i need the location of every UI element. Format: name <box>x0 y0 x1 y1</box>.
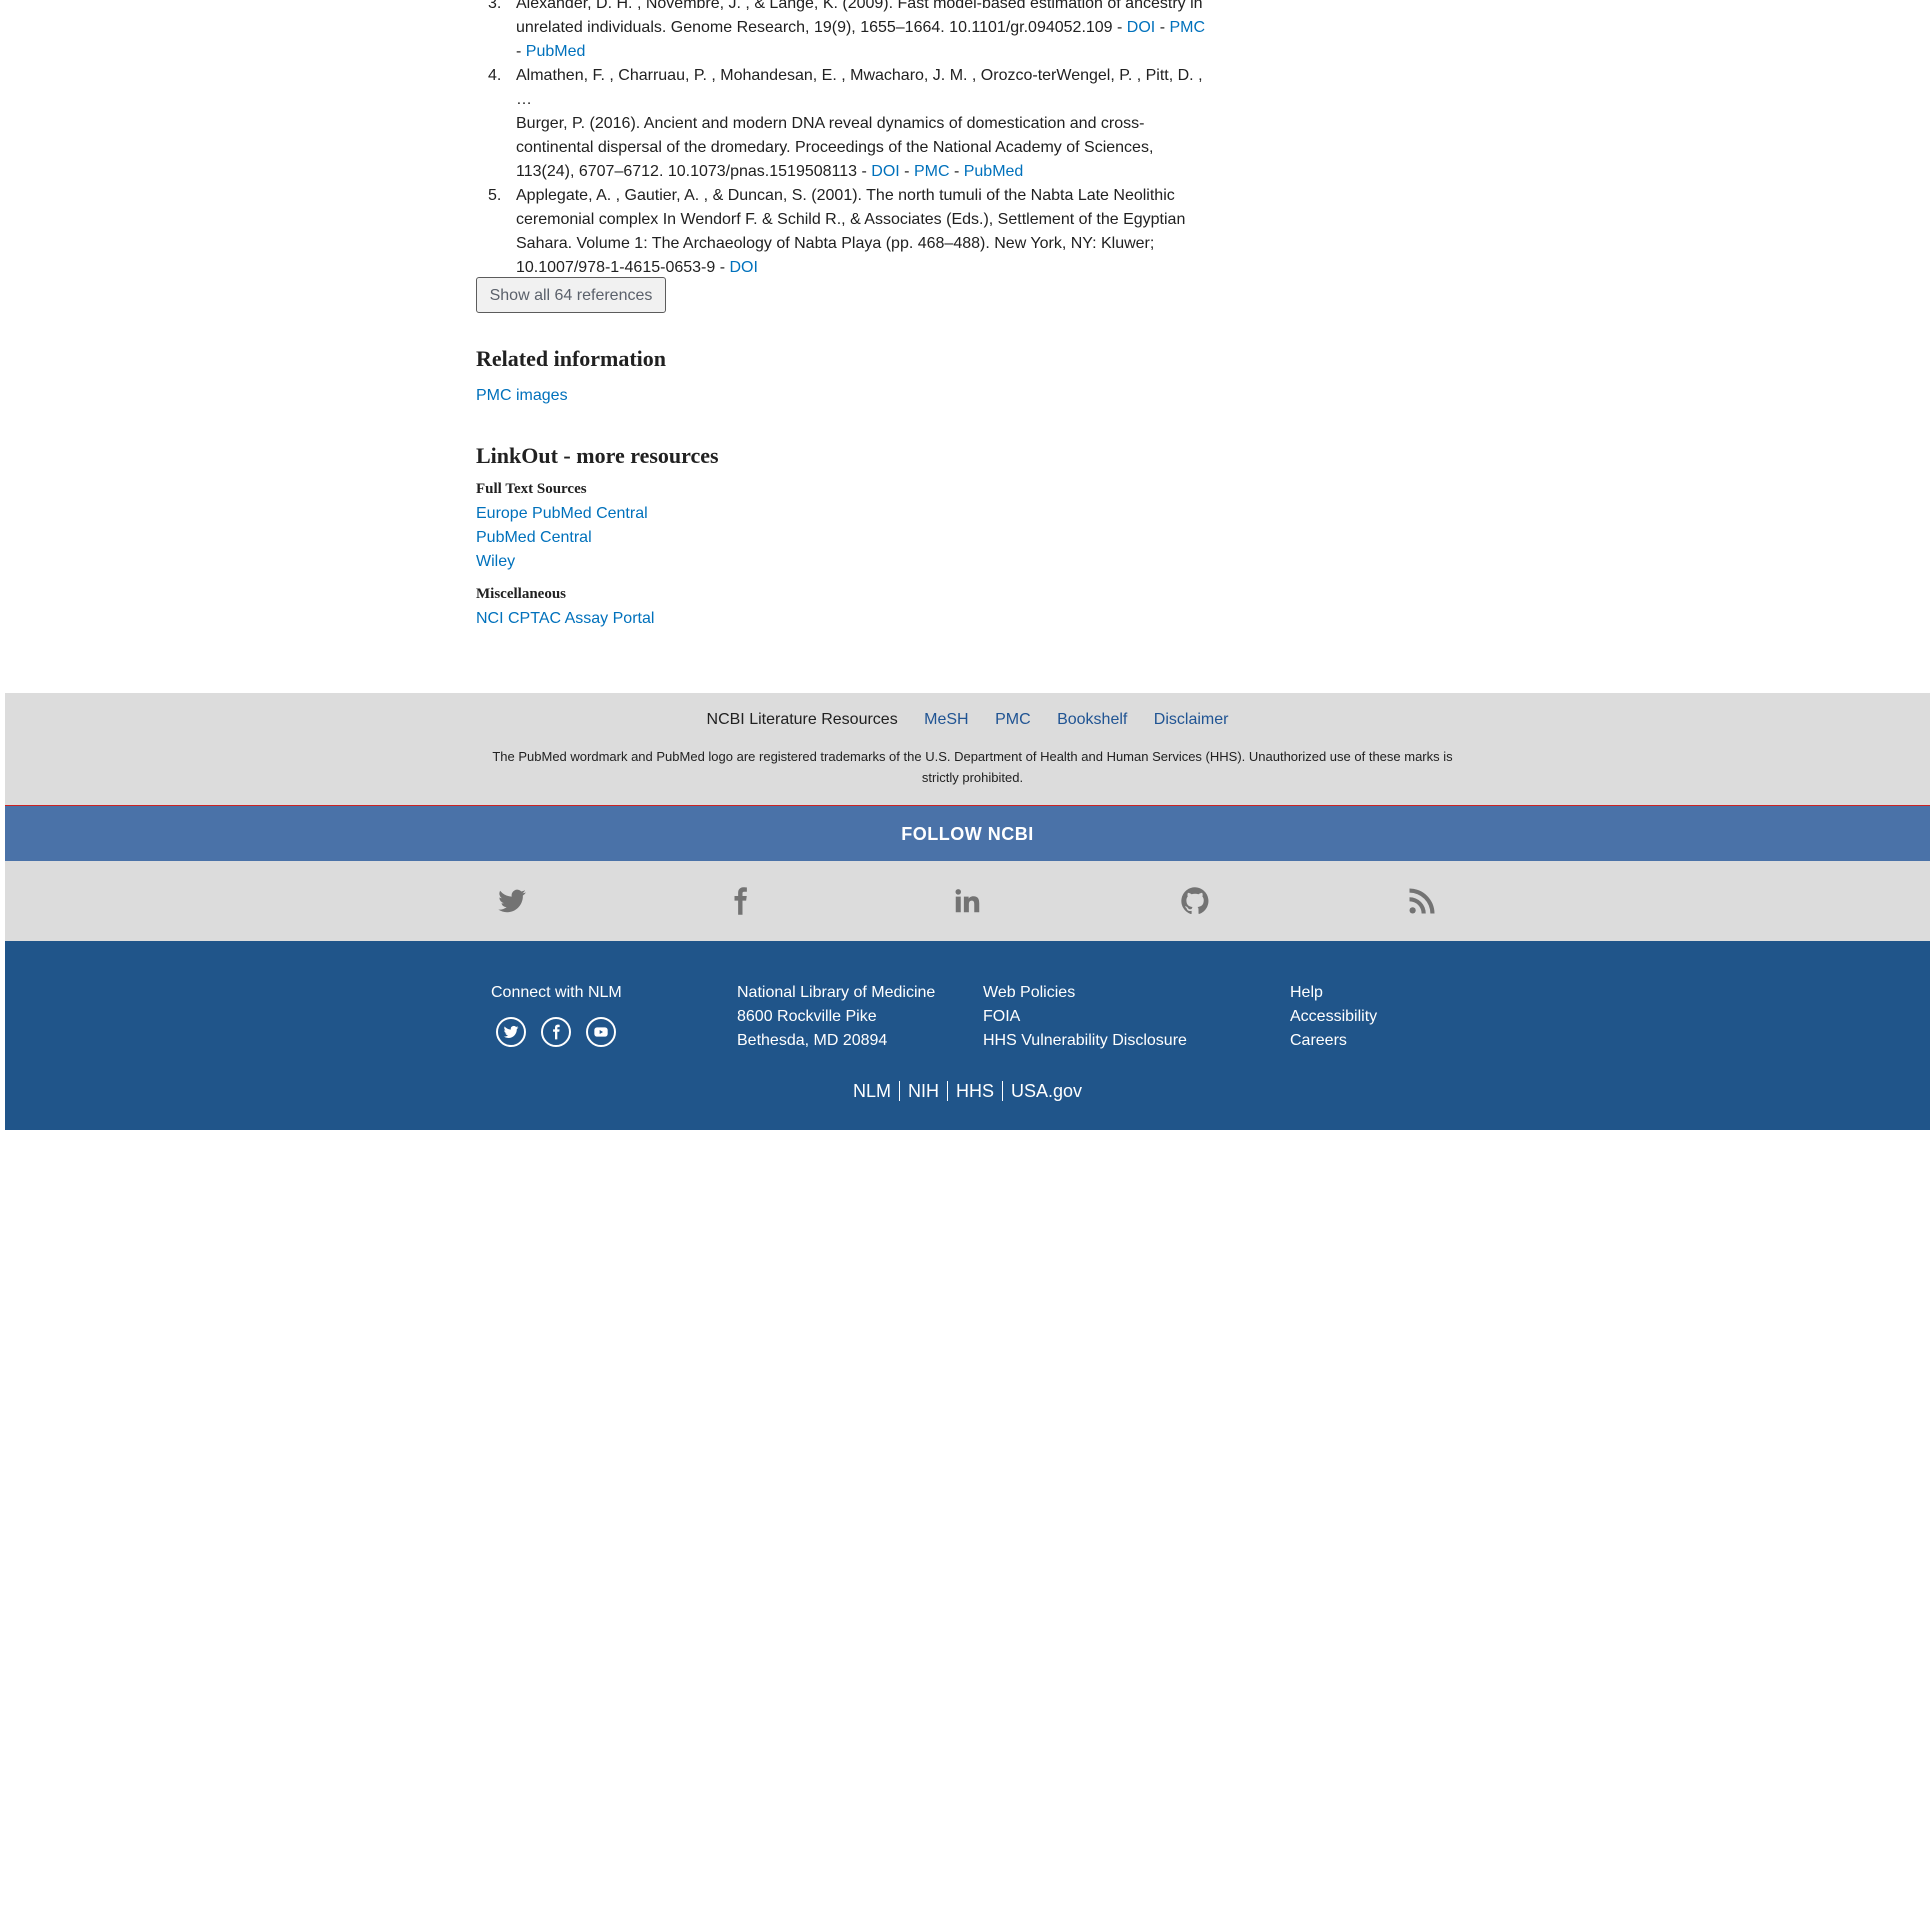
miscellaneous-label: Miscellaneous <box>476 586 566 602</box>
nih-link[interactable]: NIH <box>898 1081 947 1101</box>
nlm-footer: Connect with NLM National Library of Med… <box>5 941 1930 1130</box>
reference-text-line: 113(24), 6707–6712. 10.1073/pnas.1519508… <box>516 163 872 180</box>
address-line: 8600 Rockville Pike <box>737 1008 877 1025</box>
references-list: 3. Alexander, D. H. , Novembre, J. , & L… <box>476 0 1206 280</box>
usa-gov-link[interactable]: USA.gov <box>1001 1081 1091 1101</box>
reference-text-line: ceremonial complex In Wendorf F. & Schil… <box>516 211 1186 228</box>
nlm-link[interactable]: NLM <box>845 1081 899 1101</box>
youtube-icon[interactable] <box>586 1017 616 1047</box>
doi-link[interactable]: DOI <box>730 259 758 276</box>
reference-text-line: Almathen, F. , Charruau, P. , Mohandesan… <box>516 67 1203 108</box>
doi-link[interactable]: DOI <box>1127 19 1155 36</box>
twitter-icon[interactable] <box>496 1017 526 1047</box>
show-all-references-button[interactable]: Show all 64 references <box>476 277 666 313</box>
reference-text-line: 10.1007/978-1-4615-0653-9 - <box>516 259 730 276</box>
policies-column: Web Policies FOIA HHS Vulnerability Disc… <box>983 981 1187 1053</box>
nci-cptac-link[interactable]: NCI CPTAC Assay Portal <box>476 610 654 628</box>
foia-link[interactable]: FOIA <box>983 1005 1187 1029</box>
address-column: National Library of Medicine 8600 Rockvi… <box>737 981 935 1053</box>
reference-number: 5. <box>488 187 502 204</box>
pmc-link[interactable]: PMC <box>914 163 950 180</box>
disclaimer-link[interactable]: Disclaimer <box>1154 711 1229 728</box>
doi-link[interactable]: DOI <box>871 163 899 180</box>
pubmed-link[interactable]: PubMed <box>964 163 1024 180</box>
web-policies-link[interactable]: Web Policies <box>983 981 1187 1005</box>
hhs-vulnerability-link[interactable]: HHS Vulnerability Disclosure <box>983 1029 1187 1053</box>
reference-number: 3. <box>488 0 502 12</box>
main-content: 3. Alexander, D. H. , Novembre, J. , & L… <box>476 0 1206 627</box>
reference-text-line: Sahara. Volume 1: The Archaeology of Nab… <box>516 235 1155 252</box>
hhs-link[interactable]: HHS <box>946 1081 1002 1101</box>
pubmed-link[interactable]: PubMed <box>526 43 586 60</box>
full-text-sources-label: Full Text Sources <box>476 481 587 497</box>
connect-column: Connect with NLM <box>491 981 622 1005</box>
reference-text-line: Alexander, D. H. , Novembre, J. , & Lang… <box>516 0 1203 12</box>
mesh-link[interactable]: MeSH <box>924 711 968 728</box>
facebook-icon[interactable] <box>725 885 755 917</box>
twitter-icon[interactable] <box>497 885 527 917</box>
linkedin-icon[interactable] <box>952 885 982 917</box>
pmc-link[interactable]: PMC <box>995 711 1031 728</box>
literature-resources-bar: NCBI Literature Resources MeSH PMC Books… <box>5 693 1930 805</box>
follow-ncbi-icons <box>5 861 1930 941</box>
europe-pubmed-central-link[interactable]: Europe PubMed Central <box>476 505 648 523</box>
connect-with-nlm-label: Connect with NLM <box>491 984 622 1001</box>
github-icon[interactable] <box>1180 885 1210 917</box>
facebook-icon[interactable] <box>541 1017 571 1047</box>
address-line: Bethesda, MD 20894 <box>737 1032 888 1049</box>
accessibility-link[interactable]: Accessibility <box>1290 1005 1377 1029</box>
pubmed-central-link[interactable]: PubMed Central <box>476 529 592 547</box>
bookshelf-link[interactable]: Bookshelf <box>1057 711 1127 728</box>
pmc-images-link[interactable]: PMC images <box>476 387 568 405</box>
follow-ncbi-heading: FOLLOW NCBI <box>5 805 1930 862</box>
reference-item: 3. Alexander, D. H. , Novembre, J. , & L… <box>476 0 1206 64</box>
reference-item: 4. Almathen, F. , Charruau, P. , Mohande… <box>476 64 1206 184</box>
reference-text-line: continental dispersal of the dromedary. … <box>516 139 1154 156</box>
literature-links: NCBI Literature Resources MeSH PMC Books… <box>5 711 1930 729</box>
reference-text-line: Applegate, A. , Gautier, A. , & Duncan, … <box>516 187 1175 204</box>
pmc-link[interactable]: PMC <box>1169 19 1205 36</box>
reference-text-line: Burger, P. (2016). Ancient and modern DN… <box>516 115 1145 132</box>
linkout-heading: LinkOut - more resources <box>476 443 719 468</box>
wiley-link[interactable]: Wiley <box>476 553 515 571</box>
reference-text-line: unrelated individuals. Genome Research, … <box>516 19 1127 36</box>
trademark-notice: The PubMed wordmark and PubMed logo are … <box>492 749 1453 785</box>
literature-resources-label: NCBI Literature Resources <box>706 711 898 728</box>
related-information-heading: Related information <box>476 346 667 371</box>
rss-icon[interactable] <box>1407 885 1437 917</box>
address-line: National Library of Medicine <box>737 984 936 1001</box>
reference-item: 5. Applegate, A. , Gautier, A. , & Dunca… <box>476 184 1206 280</box>
careers-link[interactable]: Careers <box>1290 1029 1377 1053</box>
help-link[interactable]: Help <box>1290 981 1377 1005</box>
gov-links: NLM NIH HHS USA.gov <box>5 1081 1930 1102</box>
reference-number: 4. <box>488 67 502 84</box>
help-column: Help Accessibility Careers <box>1290 981 1377 1053</box>
